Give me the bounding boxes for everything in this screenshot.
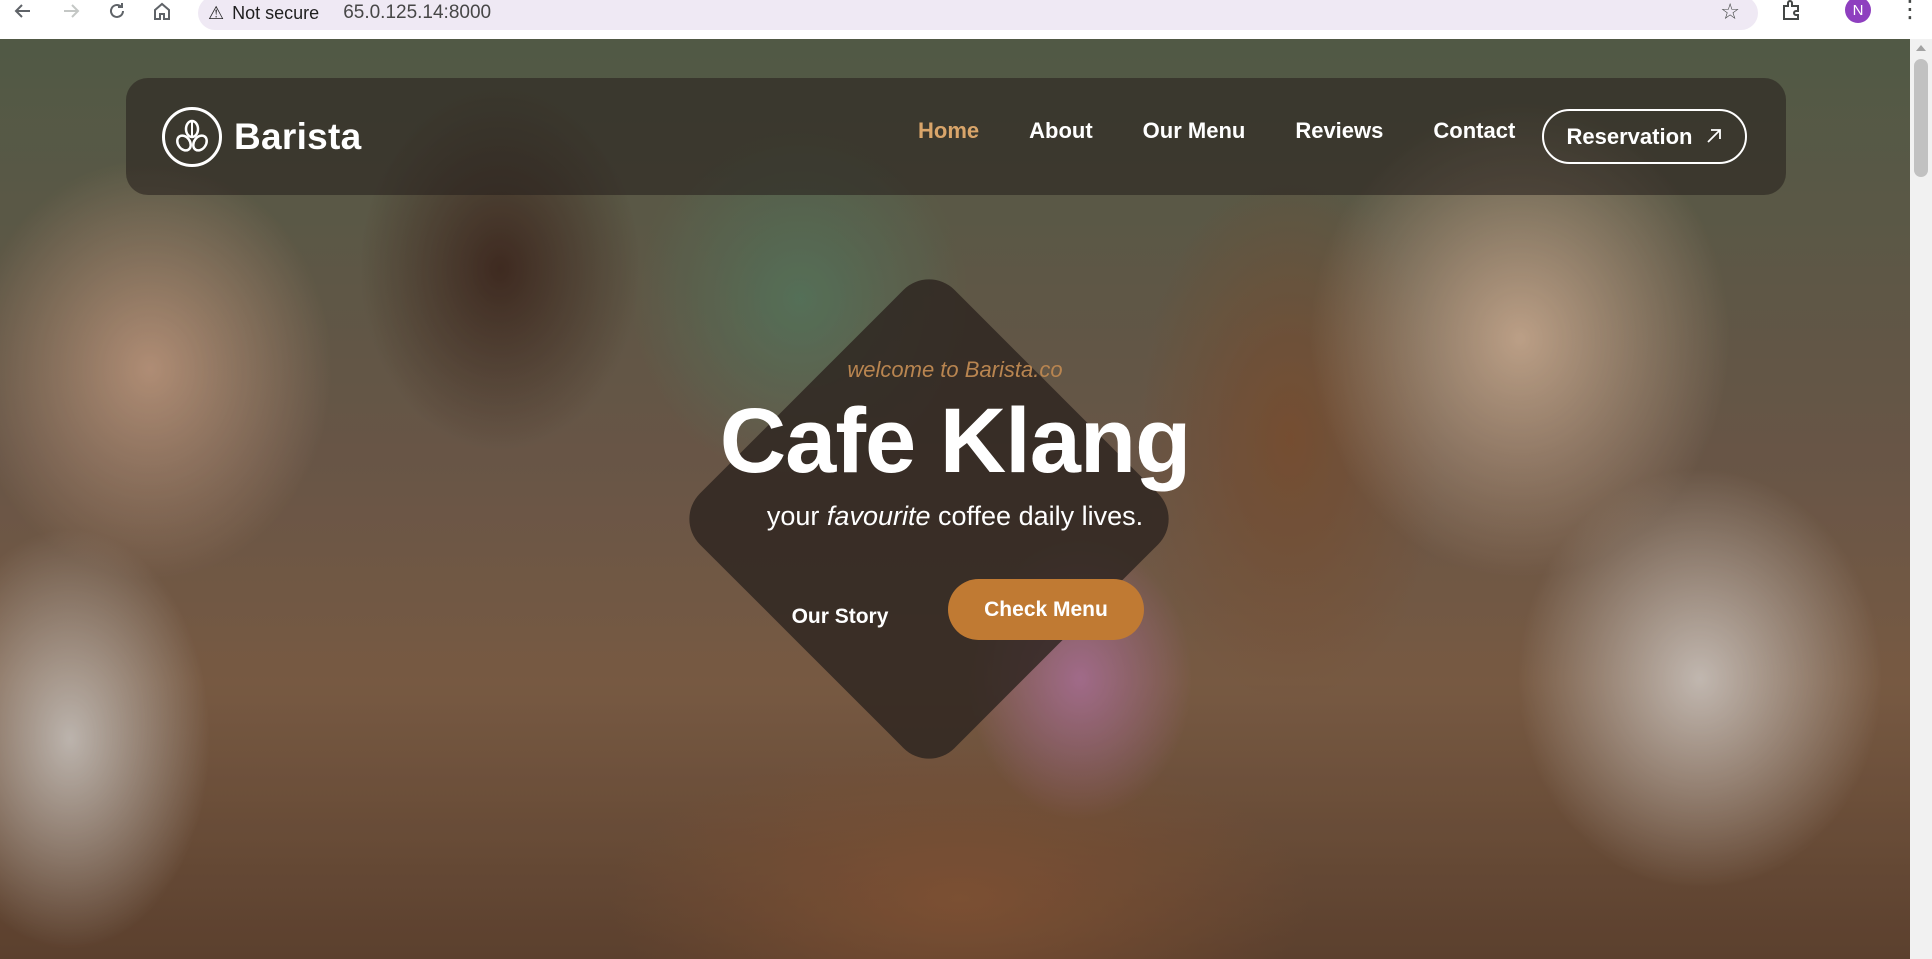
- subtitle-part-2: coffee daily lives.: [938, 501, 1144, 531]
- check-menu-button[interactable]: Check Menu: [948, 579, 1144, 640]
- profile-avatar[interactable]: N: [1845, 0, 1871, 23]
- reservation-label: Reservation: [1566, 123, 1693, 149]
- hero-title: Cafe Klang: [719, 390, 1192, 492]
- forward-arrow-icon[interactable]: [62, 0, 80, 22]
- extensions-icon[interactable]: [1780, 0, 1806, 24]
- main-nav: Home About Our Menu Reviews Contact: [918, 118, 1565, 144]
- warning-triangle-icon: ⚠: [208, 3, 225, 23]
- page-viewport: Barista Home About Our Menu Reviews Cont…: [0, 39, 1910, 959]
- nav-about[interactable]: About: [1029, 118, 1093, 144]
- subtitle-part-1: your: [766, 501, 820, 531]
- page-scrollbar[interactable]: [1910, 39, 1932, 959]
- security-indicator[interactable]: ⚠ Not secure: [208, 3, 333, 24]
- url-text[interactable]: 65.0.125.14:8000: [333, 2, 491, 24]
- our-story-button[interactable]: Our Story: [770, 595, 910, 639]
- scroll-up-arrow-icon[interactable]: [1916, 45, 1926, 51]
- hero-subtitle: your favourite coffee daily lives.: [0, 501, 1910, 532]
- address-bar[interactable]: ⚠ Not secure 65.0.125.14:8000 ☆: [198, 0, 1758, 30]
- reload-icon[interactable]: [108, 0, 126, 22]
- coffee-beans-logo-icon: [162, 107, 222, 167]
- bookmark-star-icon[interactable]: ☆: [1720, 0, 1740, 25]
- reservation-button[interactable]: Reservation: [1542, 109, 1747, 164]
- site-header: Barista Home About Our Menu Reviews Cont…: [126, 78, 1786, 195]
- browser-toolbar: ⚠ Not secure 65.0.125.14:8000 ☆ N ⋮: [0, 0, 1932, 39]
- nav-contact[interactable]: Contact: [1433, 118, 1515, 144]
- back-arrow-icon[interactable]: [14, 0, 32, 22]
- hero-welcome-text: welcome to Barista.co: [847, 357, 1063, 382]
- nav-our-menu[interactable]: Our Menu: [1143, 118, 1246, 144]
- scroll-thumb[interactable]: [1914, 59, 1928, 177]
- arrow-up-right-icon: [1706, 124, 1722, 150]
- subtitle-emphasis: favourite: [826, 501, 931, 531]
- home-icon[interactable]: [152, 0, 172, 22]
- brand-logo[interactable]: Barista: [162, 107, 362, 167]
- security-label: Not secure: [232, 2, 320, 23]
- nav-home[interactable]: Home: [918, 118, 979, 144]
- nav-reviews[interactable]: Reviews: [1295, 118, 1383, 144]
- browser-menu-icon[interactable]: ⋮: [1898, 0, 1922, 22]
- brand-name: Barista: [234, 116, 362, 157]
